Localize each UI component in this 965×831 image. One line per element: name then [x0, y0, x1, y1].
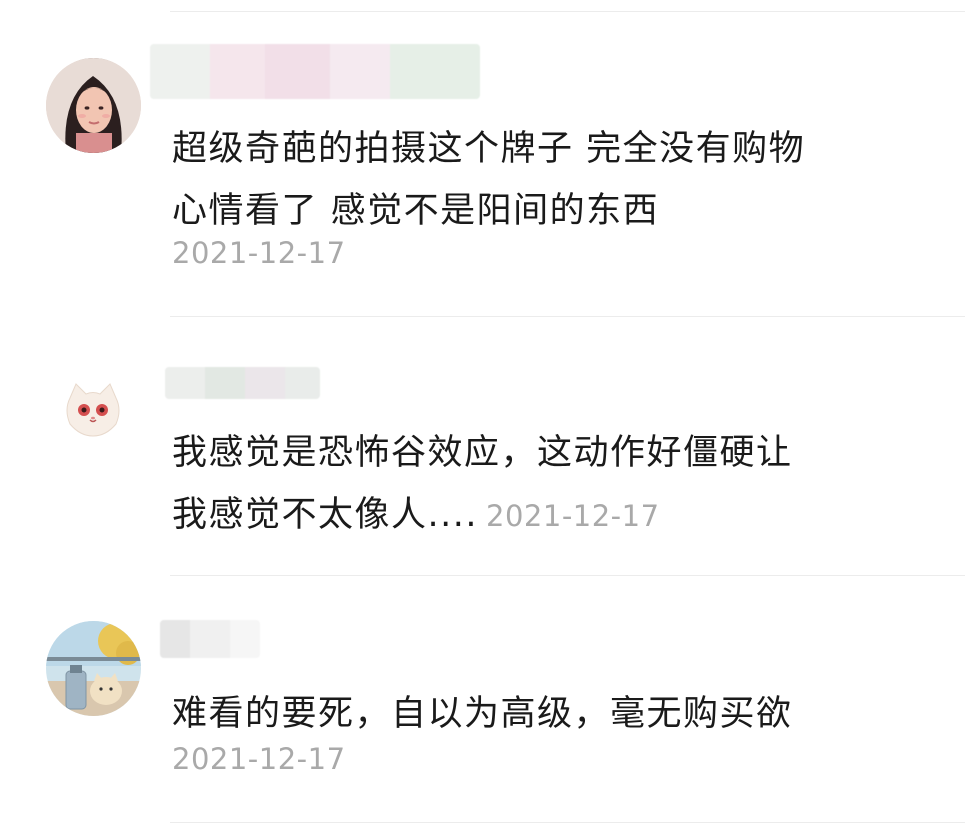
divider [170, 316, 965, 317]
comment-text-line: 难看的要死，自以为高级，毫无购买欲 [172, 694, 793, 734]
username[interactable] [150, 44, 480, 99]
comment-text-line: 我感觉不太像人.... [172, 495, 479, 535]
comment-date: 2021-12-17 [486, 499, 660, 533]
avatar-image [46, 58, 141, 153]
avatar[interactable] [46, 58, 141, 153]
avatar[interactable] [62, 378, 124, 440]
divider-top [170, 11, 965, 12]
username[interactable] [165, 367, 320, 399]
comment-text-line: 心情看了 感觉不是阳间的东西 [172, 191, 660, 231]
avatar[interactable] [46, 621, 141, 716]
comment-text-line: 超级奇葩的拍摄这个牌子 完全没有购物 [172, 129, 806, 169]
divider [170, 822, 965, 823]
comment-date: 2021-12-17 [172, 236, 346, 270]
comment-text: 超级奇葩的拍摄这个牌子 完全没有购物 心情看了 感觉不是阳间的东西 [172, 118, 805, 242]
avatar-image [46, 621, 141, 716]
comment-text: 难看的要死，自以为高级，毫无购买欲 [172, 683, 793, 745]
divider [170, 575, 965, 576]
comment-text-line: 我感觉是恐怖谷效应，这动作好僵硬让 [172, 433, 793, 473]
comment-date: 2021-12-17 [172, 742, 346, 776]
username[interactable] [160, 620, 260, 658]
comment-text: 我感觉是恐怖谷效应，这动作好僵硬让 我感觉不太像人.... 2021-12-17 [172, 422, 793, 547]
cat-avatar-image [66, 383, 120, 437]
